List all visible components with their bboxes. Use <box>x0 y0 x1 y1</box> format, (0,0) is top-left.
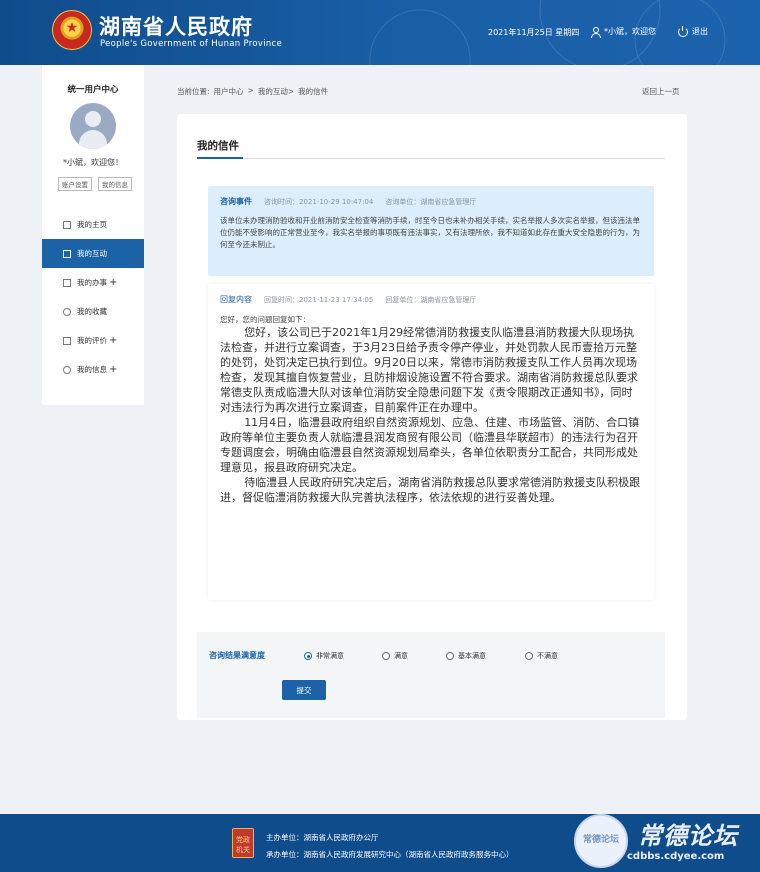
power-icon <box>678 25 688 37</box>
reply-unit: 回复单位：湖南省应急管理厅 <box>385 296 477 304</box>
logout-label: 退出 <box>692 27 708 36</box>
reply-greeting: 您好，您的问题回复如下： <box>220 315 310 324</box>
title-divider <box>197 158 665 159</box>
watermark-logo-icon: 常德论坛 <box>574 814 628 868</box>
sidebar-item-label: 我的收藏 <box>77 307 107 316</box>
query-unit: 咨询单位：湖南省应急管理厅 <box>385 198 477 206</box>
rating-option-label: 满意 <box>394 652 408 660</box>
sidebar-item-label: 我的办事 <box>77 278 107 287</box>
avatar[interactable] <box>70 103 116 149</box>
site-header: ★ 湖南省人民政府 People's Government of Hunan P… <box>0 0 760 65</box>
header-user-link[interactable]: *小斌，欢迎您 <box>590 26 656 38</box>
sidebar-item-label: 我的主页 <box>77 220 107 229</box>
rating-option-unsatisfied[interactable]: 不满意 <box>525 651 558 661</box>
sidebar-item-home[interactable]: 我的主页 <box>42 210 144 239</box>
reply-meta: 回复内容 回复时间：2021-11-23 17:34:05 回复单位：湖南省应急… <box>220 294 642 305</box>
account-settings-button[interactable]: 账户设置 <box>58 177 92 191</box>
query-label: 咨询事件 <box>220 197 252 206</box>
breadcrumb-my-interaction[interactable]: 我的互动> <box>258 86 294 97</box>
reply-paragraph: 待临澧县人民政府研究决定后，湖南省消防救援总队要求常德消防救援支队积极跟进，督促… <box>220 476 641 504</box>
expand-plus-icon[interactable]: + <box>109 364 117 374</box>
sidebar-item-interaction[interactable]: 我的互动 <box>42 239 144 268</box>
site-subtitle: People's Government of Hunan Province <box>100 39 283 49</box>
letter-card: 我的信件 咨询事件 咨询时间：2021-10-29 10:47:04 咨询单位：… <box>177 114 687 720</box>
watermark-badge-text: 常德论坛 <box>582 835 619 845</box>
site-title[interactable]: 湖南省人民政府 <box>99 11 253 41</box>
briefcase-icon <box>63 278 71 287</box>
query-time: 咨询时间：2021-10-29 10:47:04 <box>264 198 374 206</box>
reply-body: 您好，该公司已于2021年1月29经常德消防救援支队临澧县消防救援大队现场执法检… <box>220 325 642 505</box>
watermark-text: 常德论坛 <box>638 821 738 850</box>
rating-option-satisfied[interactable]: 满意 <box>382 651 408 661</box>
sidebar-item-label: 我的评价 <box>77 336 107 345</box>
user-icon <box>590 26 601 38</box>
query-meta: 咨询事件 咨询时间：2021-10-29 10:47:04 咨询单位：湖南省应急… <box>220 196 642 207</box>
sidebar-nav: 我的主页 我的互动 我的办事 + 我的收藏 我的评价 + 我的信息 + <box>42 210 144 384</box>
rating-label: 咨询结果满意度 <box>209 651 265 660</box>
review-icon <box>63 336 71 345</box>
breadcrumb: 当前位置: 用户中心 > 我的互动> 我的信件 <box>177 86 328 97</box>
expand-plus-icon[interactable]: + <box>109 277 117 287</box>
satisfaction-rating: 咨询结果满意度 非常满意 满意 基本满意 不满意 提交 <box>197 632 665 718</box>
sidebar-item-info[interactable]: 我的信息 + <box>42 355 144 384</box>
gear-icon <box>63 365 71 374</box>
rating-option-label: 基本满意 <box>458 652 486 660</box>
sidebar-item-affairs[interactable]: 我的办事 + <box>42 268 144 297</box>
logout-button[interactable]: 退出 <box>678 25 708 37</box>
title-underline <box>197 157 243 159</box>
header-user-label: *小斌，欢迎您 <box>604 27 656 36</box>
rating-option-very-satisfied[interactable]: 非常满意 <box>304 651 344 661</box>
rating-option-label: 非常满意 <box>316 652 344 660</box>
footer-organizer: 承办单位：湖南省人民政府发展研究中心（湖南省人民政府政务服务中心） <box>266 850 514 859</box>
radio[interactable] <box>446 652 454 660</box>
national-emblem-icon[interactable]: ★ <box>52 10 92 50</box>
breadcrumb-user-center[interactable]: 用户中心 <box>214 86 244 97</box>
query-box: 咨询事件 咨询时间：2021-10-29 10:47:04 咨询单位：湖南省应急… <box>208 186 654 276</box>
radio[interactable] <box>382 652 390 660</box>
my-info-button[interactable]: 我的信息 <box>98 177 132 191</box>
heart-icon <box>63 307 71 316</box>
sidebar-buttons: 账户设置 我的信息 <box>58 177 132 191</box>
submit-button[interactable]: 提交 <box>282 680 326 700</box>
query-text: 该单位未办理消防验收和开业前消防安全检查等消防手续，时至今日也未补办相关手续，实… <box>220 216 640 249</box>
reply-paragraph: 您好，该公司已于2021年1月29经常德消防救援支队临澧县消防救援大队现场执法检… <box>220 326 638 414</box>
message-icon <box>63 249 71 258</box>
party-government-badge[interactable]: 党政机关 <box>232 828 254 858</box>
reply-label: 回复内容 <box>220 295 252 304</box>
radio-selected[interactable] <box>304 652 312 660</box>
back-link[interactable]: 返回上一页 <box>642 86 680 97</box>
sidebar-title: 统一用户中心 <box>67 85 119 95</box>
radio[interactable] <box>525 652 533 660</box>
user-sidebar: 统一用户中心 *小斌，欢迎您！ 账户设置 我的信息 我的主页 我的互动 我的办事… <box>42 65 144 405</box>
breadcrumb-prefix: 当前位置: <box>177 87 210 96</box>
sidebar-item-reviews[interactable]: 我的评价 + <box>42 326 144 355</box>
expand-plus-icon[interactable]: + <box>109 335 117 345</box>
rating-option-label: 不满意 <box>537 652 558 660</box>
reply-box: 回复内容 回复时间：2021-11-23 17:34:05 回复单位：湖南省应急… <box>208 284 654 600</box>
sidebar-item-label: 我的信息 <box>77 365 107 374</box>
footer-sponsor: 主办单位：湖南省人民政府办公厅 <box>266 833 379 842</box>
reply-paragraph: 11月4日，临澧县政府组织自然资源规划、应急、住建、市场监管、消防、合口镇政府等… <box>220 416 640 474</box>
watermark-url: cdbbs.cdyee.com <box>627 851 725 862</box>
welcome-text: *小斌，欢迎您！ <box>63 158 123 167</box>
breadcrumb-separator: > <box>247 86 254 95</box>
home-icon <box>63 220 71 229</box>
header-date: 2021年11月25日 星期四 <box>488 28 580 37</box>
sidebar-item-favorites[interactable]: 我的收藏 <box>42 297 144 326</box>
breadcrumb-my-letters: 我的信件 <box>298 87 329 96</box>
reply-time: 回复时间：2021-11-23 17:34:05 <box>264 296 374 304</box>
page-title: 我的信件 <box>197 140 239 152</box>
sidebar-item-label: 我的互动 <box>77 249 107 258</box>
rating-option-basic[interactable]: 基本满意 <box>446 651 486 661</box>
